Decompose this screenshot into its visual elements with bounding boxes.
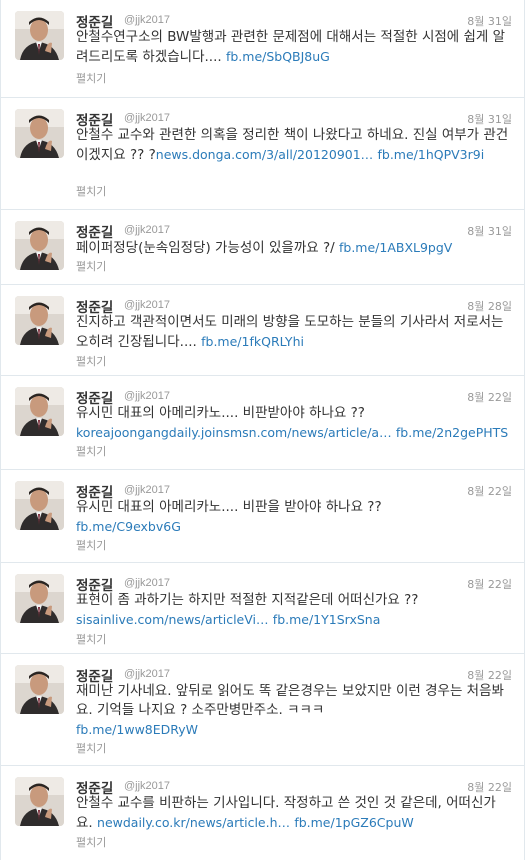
avatar[interactable] — [15, 296, 64, 345]
expand-link[interactable]: 펼치기 — [76, 537, 106, 553]
tweet-body: 유시민 대표의 아메리카노.... 비판을 받아야 하나요 ?? — [76, 499, 382, 515]
tweet-text: 페이퍼정당(눈속임정당) 가능성이 있을까요 ?/ fb.me/1ABXL9pg… — [76, 238, 510, 258]
tweet-link[interactable]: fb.me/1ABXL9pgV — [339, 240, 452, 255]
tweet-link[interactable]: news.donga.com/3/all/20120901… — [156, 147, 373, 162]
tweet-text: 진지하고 객관적이면서도 미래의 방향을 도모하는 분들의 기사라서 저로서는 … — [76, 313, 510, 352]
tweet-link[interactable]: koreajoongangdaily.joinsmsn.com/news/art… — [76, 425, 392, 440]
author-handle[interactable]: @jjk2017 — [124, 390, 170, 402]
avatar[interactable] — [15, 777, 64, 826]
tweet-date[interactable]: 8월 28일 — [467, 298, 512, 314]
tweet-link[interactable]: fb.me/2n2gePHTS — [396, 425, 508, 440]
expand-link[interactable]: 펼치기 — [76, 740, 106, 756]
expand-link[interactable]: 펼치기 — [76, 631, 106, 647]
expand-link[interactable]: 펼치기 — [76, 834, 106, 850]
tweet-date[interactable]: 8월 22일 — [467, 389, 512, 405]
tweet-text: 유시민 대표의 아메리카노.... 비판을 받아야 하나요 ?? fb.me/C9… — [76, 498, 510, 537]
tweet-body: 페이퍼정당(눈속임정당) 가능성이 있을까요 ?/ — [76, 240, 335, 256]
tweet-link[interactable]: fb.me/C9exbv6G — [76, 519, 181, 534]
tweet-link[interactable]: newdaily.co.kr/news/article.h… — [97, 815, 290, 830]
author-handle[interactable]: @jjk2017 — [124, 299, 170, 311]
tweet-item[interactable]: 정준길 @jjk2017 8월 28일 진지하고 객관적이면서도 미래의 방향을… — [1, 285, 524, 376]
tweet-link[interactable]: sisainlive.com/news/articleVi… — [76, 612, 269, 627]
tweet-text: 재미난 기사네요. 앞뒤로 읽어도 똑 같은경우는 보았지만 이런 경우는 처음… — [76, 682, 510, 740]
tweet-item[interactable]: 정준길 @jjk2017 8월 31일 안철수 교수와 관련한 의혹을 정리한 … — [1, 98, 524, 210]
tweet-date[interactable]: 8월 22일 — [467, 576, 512, 592]
tweet-item[interactable]: 정준길 @jjk2017 8월 22일 재미난 기사네요. 앞뒤로 읽어도 똑 … — [1, 654, 524, 766]
tweet-text: 안철수 교수를 비판하는 기사입니다. 작정하고 쓴 것인 것 같은데, 어떠신… — [76, 794, 510, 833]
tweet-item[interactable]: 정준길 @jjk2017 8월 31일 안철수연구소의 BW발행과 관련한 문제… — [1, 0, 524, 98]
tweet-item[interactable]: 정준길 @jjk2017 8월 22일 안철수 교수를 비판하는 기사입니다. … — [1, 766, 524, 860]
tweet-body: 표현이 좀 과하기는 하지만 적절한 지적같은데 어떠신가요 ?? — [76, 592, 419, 608]
expand-link[interactable]: 펼치기 — [76, 353, 106, 369]
author-handle[interactable]: @jjk2017 — [124, 224, 170, 236]
tweet-date[interactable]: 8월 22일 — [467, 483, 512, 499]
tweet-body: 유시민 대표의 아메리카노.... 비판받아야 하나요 ?? — [76, 405, 365, 421]
tweet-item[interactable]: 정준길 @jjk2017 8월 22일 유시민 대표의 아메리카노.... 비판… — [1, 376, 524, 470]
tweet-date[interactable]: 8월 22일 — [467, 667, 512, 683]
avatar[interactable] — [15, 481, 64, 530]
avatar[interactable] — [15, 11, 64, 60]
tweet-text: 안철수 교수와 관련한 의혹을 정리한 책이 나왔다고 하네요. 진실 여부가 … — [76, 126, 510, 165]
avatar[interactable] — [15, 109, 64, 158]
avatar[interactable] — [15, 574, 64, 623]
tweet-item[interactable]: 정준길 @jjk2017 8월 22일 유시민 대표의 아메리카노.... 비판… — [1, 470, 524, 563]
tweet-text: 유시민 대표의 아메리카노.... 비판받아야 하나요 ?? koreajoong… — [76, 404, 510, 443]
tweet-date[interactable]: 8월 22일 — [467, 779, 512, 795]
tweet-link[interactable]: fb.me/1ww8EDRyW — [76, 722, 198, 737]
tweet-timeline: 정준길 @jjk2017 8월 31일 안철수연구소의 BW발행과 관련한 문제… — [0, 0, 525, 860]
avatar[interactable] — [15, 665, 64, 714]
tweet-item[interactable]: 정준길 @jjk2017 8월 22일 표현이 좀 과하기는 하지만 적절한 지… — [1, 563, 524, 654]
tweet-date[interactable]: 8월 31일 — [467, 223, 512, 239]
tweet-link[interactable]: fb.me/1hQPV3r9i — [377, 147, 484, 162]
author-handle[interactable]: @jjk2017 — [124, 112, 170, 124]
tweet-date[interactable]: 8월 31일 — [467, 111, 512, 127]
expand-link[interactable]: 펼치기 — [76, 443, 106, 459]
tweet-text: 표현이 좀 과하기는 하지만 적절한 지적같은데 어떠신가요 ?? sisainl… — [76, 591, 510, 630]
author-handle[interactable]: @jjk2017 — [124, 484, 170, 496]
tweet-text: 안철수연구소의 BW발행과 관련한 문제점에 대해서는 적절한 시점에 쉽게 알… — [76, 28, 510, 67]
tweet-date[interactable]: 8월 31일 — [467, 13, 512, 29]
tweet-body: 재미난 기사네요. 앞뒤로 읽어도 똑 같은경우는 보았지만 이런 경우는 처음… — [76, 683, 504, 718]
expand-link[interactable]: 펼치기 — [76, 258, 106, 274]
tweet-link[interactable]: fb.me/SbQBJ8uG — [226, 49, 330, 64]
tweet-link[interactable]: fb.me/1fkQRLYhi — [201, 334, 304, 349]
tweet-link[interactable]: fb.me/1pGZ6CpuW — [294, 815, 413, 830]
author-handle[interactable]: @jjk2017 — [124, 780, 170, 792]
expand-link[interactable]: 펼치기 — [76, 70, 106, 86]
author-handle[interactable]: @jjk2017 — [124, 668, 170, 680]
author-handle[interactable]: @jjk2017 — [124, 14, 170, 26]
tweet-item[interactable]: 정준길 @jjk2017 8월 31일 페이퍼정당(눈속임정당) 가능성이 있을… — [1, 210, 524, 285]
avatar[interactable] — [15, 221, 64, 270]
tweet-link[interactable]: fb.me/1Y1SrxSna — [273, 612, 381, 627]
expand-link[interactable]: 펼치기 — [76, 183, 106, 199]
avatar[interactable] — [15, 387, 64, 436]
author-handle[interactable]: @jjk2017 — [124, 577, 170, 589]
